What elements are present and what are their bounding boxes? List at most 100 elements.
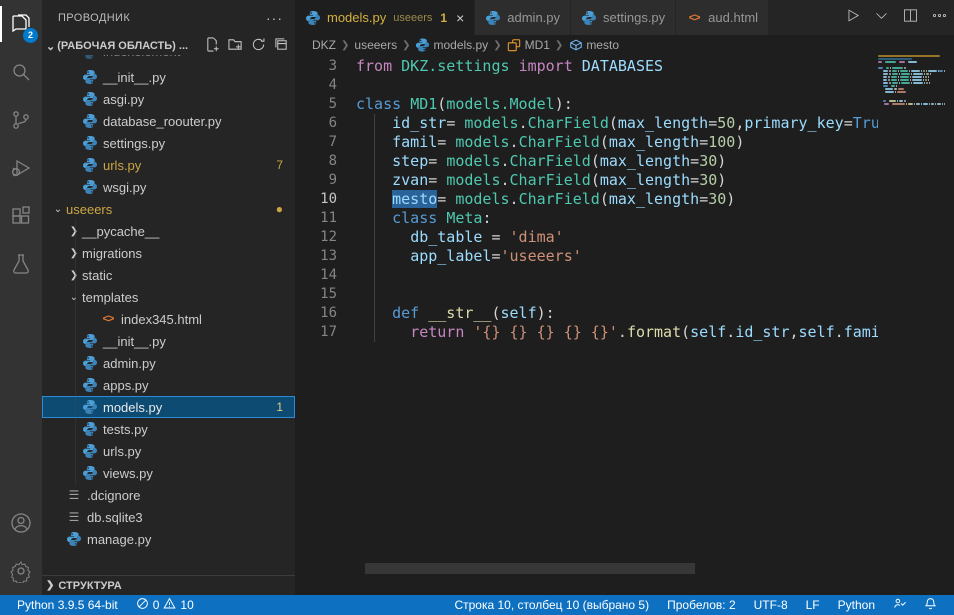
tree-item-admin.py[interactable]: admin.py [42, 352, 295, 374]
tree-item-label: static [82, 268, 112, 283]
breadcrumb-item-DKZ[interactable]: DKZ [312, 38, 336, 52]
code-token: max_length [600, 152, 690, 170]
tree-folder-__pycache__[interactable]: ❯__pycache__ [42, 220, 295, 242]
minimap-segment [944, 103, 945, 105]
status-cursor-position[interactable]: Строка 10, столбец 10 (выбрано 5) [447, 595, 656, 615]
account-icon[interactable] [0, 499, 42, 547]
code-token: . [510, 190, 519, 208]
outline-section-header[interactable]: ❯ СТРУКТУРА [42, 575, 295, 595]
breadcrumb-item-MD1[interactable]: MD1 [507, 38, 550, 53]
horizontal-scrollbar[interactable] [365, 563, 695, 574]
tree-item-wsgi.py[interactable]: wsgi.py [42, 176, 295, 198]
code-token: ( [591, 152, 600, 170]
minimap-segment [899, 82, 900, 84]
settings-gear-icon[interactable] [0, 547, 42, 595]
workspace-section-header[interactable]: ⌄ (РАБОЧАЯ ОБЛАСТЬ) ... [42, 35, 295, 57]
breadcrumb-item-models.py[interactable]: models.py [415, 38, 488, 53]
tab-admin.py[interactable]: admin.py [475, 0, 571, 35]
tree-item-apps.py[interactable]: apps.py [42, 374, 295, 396]
minimap-gap [878, 82, 882, 84]
tree-item-database_roouter.py[interactable]: database_roouter.py [42, 110, 295, 132]
tree-item-models.py[interactable]: models.py1 [42, 396, 295, 418]
tree-item-label: indexelement [103, 55, 180, 59]
code-token: max_length [609, 133, 699, 151]
new-file-icon[interactable] [205, 37, 220, 55]
minimap-segment [896, 85, 897, 87]
tree-row-inner: views.py [42, 462, 295, 484]
code-line: class MD1(models.Model): [356, 95, 878, 114]
status-python-interpreter[interactable]: Python 3.9.5 64-bit [10, 595, 125, 615]
minimap-gap [878, 100, 882, 102]
tree-item-urls.py[interactable]: urls.py [42, 440, 295, 462]
status-language-mode[interactable]: Python [831, 595, 882, 615]
breadcrumb-item-mesto[interactable]: mesto [568, 38, 619, 53]
chevron-right-icon: ❯ [46, 580, 54, 591]
tree-row-inner: ❯static [42, 264, 295, 286]
tree-item-indexelement[interactable]: indexelement [42, 55, 295, 66]
code-token: MD1 [410, 95, 437, 113]
code-token: db_table [410, 228, 482, 246]
tree-folder-migrations[interactable]: ❯migrations [42, 242, 295, 264]
tree-folder-useeers[interactable]: ⌄useeers● [42, 198, 295, 220]
tree-item-manage.py[interactable]: manage.py [42, 528, 295, 550]
run-icon[interactable] [844, 7, 861, 29]
run-dropdown-icon[interactable] [873, 7, 890, 29]
activity-explorer-icon[interactable]: 2 [0, 0, 42, 48]
tree-item-db.sqlite3[interactable]: ☰db.sqlite3 [42, 506, 295, 528]
tree-folder-static[interactable]: ❯static [42, 264, 295, 286]
close-icon[interactable]: × [456, 10, 464, 26]
tree-item-urls.py[interactable]: urls.py7 [42, 154, 295, 176]
status-eol[interactable]: LF [799, 595, 827, 615]
tree-item-label: admin.py [103, 356, 156, 371]
split-editor-icon[interactable] [902, 7, 919, 29]
minimap-line [878, 55, 945, 57]
minimap-segment [883, 73, 888, 75]
breadcrumb-item-useeers[interactable]: useeers [354, 38, 397, 52]
minimap-line [878, 100, 945, 102]
minimap-gap [897, 61, 898, 63]
tree-item-settings.py[interactable]: settings.py [42, 132, 295, 154]
status-feedback[interactable] [886, 595, 913, 615]
explorer-more-actions-icon[interactable]: ··· [266, 10, 283, 26]
refresh-icon[interactable] [251, 37, 266, 55]
warning-icon [163, 597, 176, 613]
minimap-gap [878, 70, 882, 72]
code-token: . [618, 323, 627, 341]
new-folder-icon[interactable] [228, 37, 243, 55]
activity-search-icon[interactable] [0, 48, 42, 96]
tree-item-badge: ● [276, 202, 283, 216]
tab-settings.py[interactable]: settings.py [571, 0, 676, 35]
code-editor[interactable]: 34567891011121314151617 from DKZ.setting… [295, 55, 954, 575]
tree-item-label: __init__.py [103, 70, 166, 85]
minimap-segment [912, 76, 922, 78]
activity-source-control-icon[interactable] [0, 96, 42, 144]
collapse-all-icon[interactable] [274, 37, 289, 55]
tree-item-views.py[interactable]: views.py [42, 462, 295, 484]
status-encoding[interactable]: UTF-8 [747, 595, 795, 615]
minimap[interactable] [878, 55, 945, 175]
activity-extensions-icon[interactable] [0, 192, 42, 240]
tree-item-tests.py[interactable]: tests.py [42, 418, 295, 440]
tree-item-asgi.py[interactable]: asgi.py [42, 88, 295, 110]
status-indentation[interactable]: Пробелов: 2 [660, 595, 743, 615]
code-content[interactable]: from DKZ.settings import DATABASES class… [356, 57, 878, 342]
status-notifications[interactable] [917, 595, 944, 615]
minimap-gap [890, 103, 891, 105]
status-problems[interactable]: 010 [129, 595, 201, 615]
minimap-line [878, 82, 945, 84]
tab-models.py[interactable]: models.pyuseeers1× [295, 0, 475, 35]
status-bar-right: Строка 10, столбец 10 (выбрано 5)Пробело… [447, 595, 944, 615]
more-actions-icon[interactable] [931, 7, 948, 29]
chevron-right-icon: ❯ [66, 248, 82, 259]
tab-aud.html[interactable]: <>aud.html [676, 0, 769, 35]
tree-item-__init__.py[interactable]: __init__.py [42, 66, 295, 88]
tree-folder-templates[interactable]: ⌄templates [42, 286, 295, 308]
code-token: . [501, 152, 510, 170]
tree-item-.dcignore[interactable]: ☰.dcignore [42, 484, 295, 506]
minimap-segment [923, 103, 928, 105]
tree-item-__init__.py[interactable]: __init__.py [42, 330, 295, 352]
tree-item-index345.html[interactable]: <>index345.html [42, 308, 295, 330]
activity-testing-icon[interactable] [0, 240, 42, 288]
breadcrumb-separator: ❯ [493, 40, 501, 51]
activity-run-debug-icon[interactable] [0, 144, 42, 192]
